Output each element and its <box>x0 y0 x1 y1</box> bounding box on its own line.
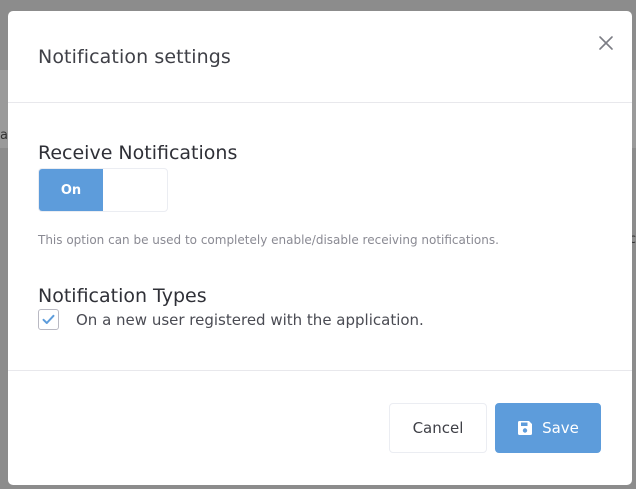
receive-notifications-toggle[interactable]: On <box>38 168 168 212</box>
floppy-disk-icon <box>517 420 533 436</box>
save-button[interactable]: Save <box>495 403 601 453</box>
notification-types-heading: Notification Types <box>38 285 207 307</box>
footer-divider <box>8 370 632 371</box>
cancel-button-label: Cancel <box>412 419 464 437</box>
save-button-label: Save <box>542 419 579 437</box>
notification-settings-modal: Notification settings Receive Notificati… <box>8 11 632 485</box>
toggle-on-segment[interactable]: On <box>39 169 103 211</box>
close-button[interactable] <box>596 33 616 53</box>
checkmark-icon <box>42 314 55 324</box>
modal-title: Notification settings <box>38 46 231 68</box>
background-text-fragment: a <box>0 128 8 143</box>
close-icon <box>599 36 613 50</box>
new-user-registered-label: On a new user registered with the applic… <box>76 310 424 329</box>
receive-notifications-help-text: This option can be used to completely en… <box>38 233 499 247</box>
new-user-registered-checkbox[interactable] <box>38 309 59 330</box>
toggle-off-segment[interactable] <box>103 169 167 211</box>
cancel-button[interactable]: Cancel <box>389 403 487 453</box>
modal-header: Notification settings <box>8 11 632 103</box>
receive-notifications-heading: Receive Notifications <box>38 142 238 164</box>
new-user-registered-option[interactable]: On a new user registered with the applic… <box>38 309 424 330</box>
